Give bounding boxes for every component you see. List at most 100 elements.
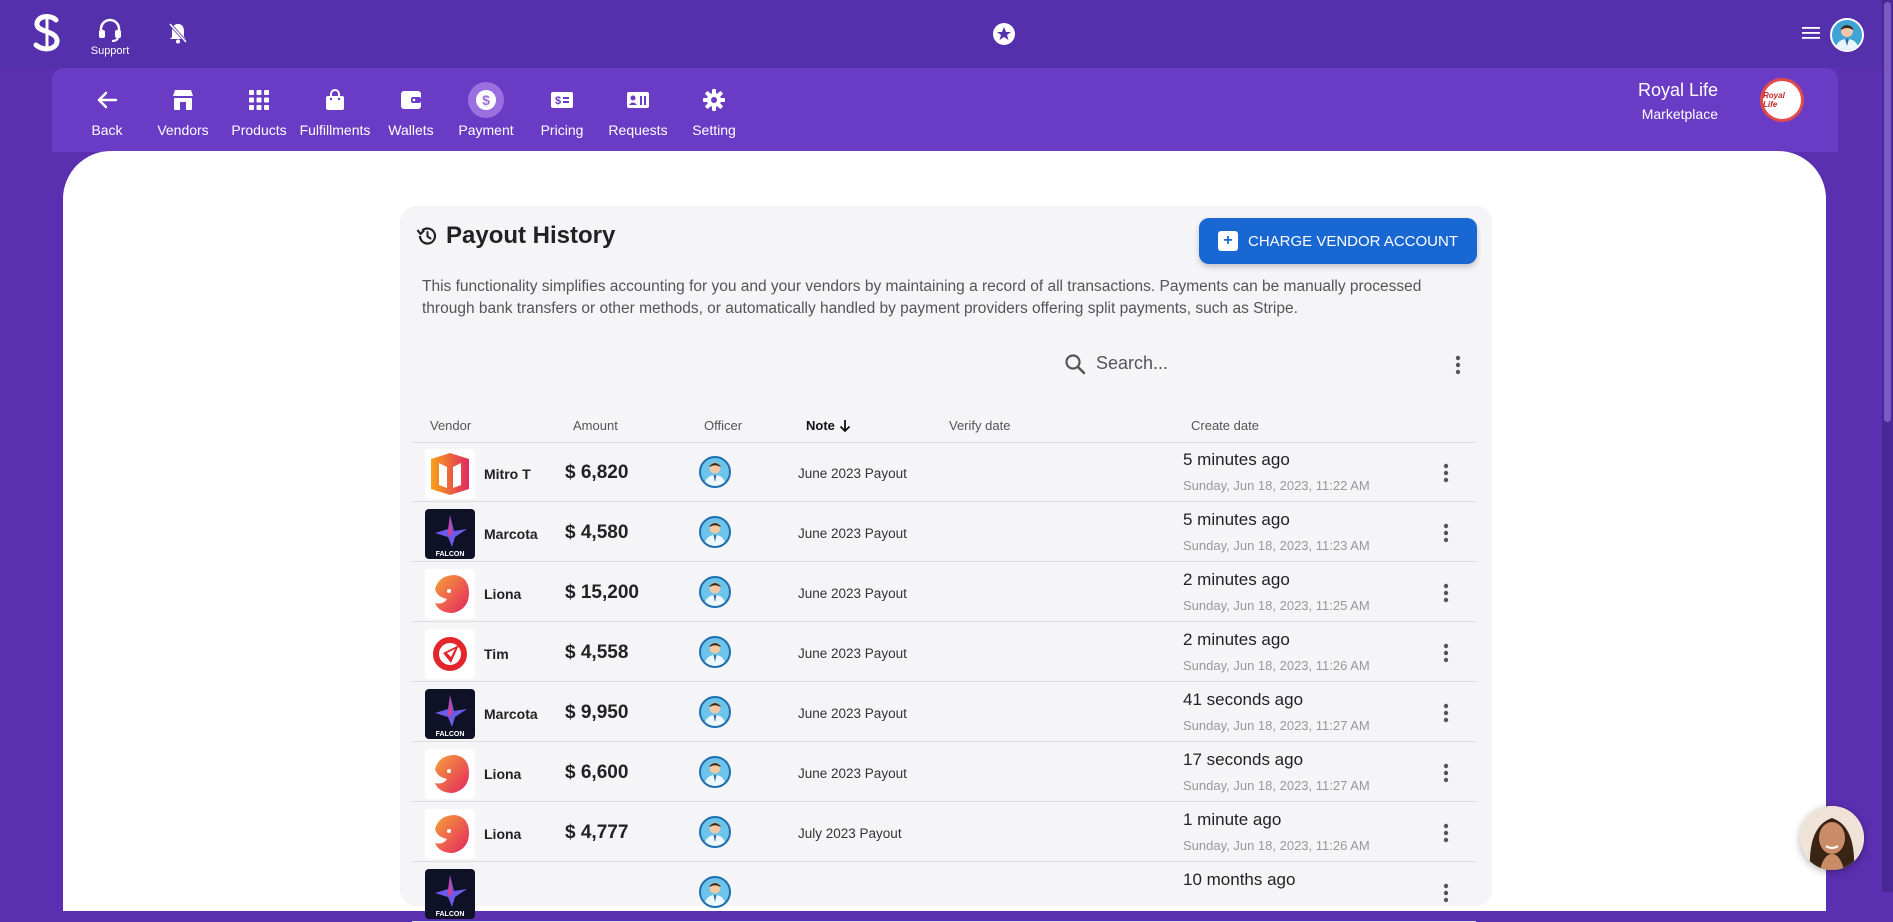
column-vendor[interactable]: Vendor (430, 418, 471, 433)
table-row[interactable]: Liona $ 4,777 July 2023 Payout 1 minute ago… (412, 802, 1476, 862)
row-more-options-icon[interactable] (1442, 882, 1450, 909)
create-date-absolute: Sunday, Jun 18, 2023, 11:27 AM (1183, 778, 1370, 793)
column-officer[interactable]: Officer (704, 418, 742, 433)
nav-setting[interactable]: Setting (678, 82, 750, 138)
search-input[interactable] (1094, 352, 1298, 375)
table-row[interactable]: Tim $ 4,558 June 2023 Payout 2 minutes ago S… (412, 622, 1476, 682)
row-more-options-icon[interactable] (1442, 822, 1450, 849)
create-date-relative: 10 months ago (1183, 870, 1296, 889)
column-create-date[interactable]: Create date (1191, 418, 1259, 433)
create-date-absolute: Sunday, Jun 18, 2023, 11:23 AM (1183, 538, 1370, 553)
scrollbar-thumb[interactable] (1884, 2, 1891, 422)
row-more-options-icon[interactable] (1442, 762, 1450, 789)
table-row[interactable]: Liona $ 6,600 June 2023 Payout 17 seconds a… (412, 742, 1476, 802)
nav-products[interactable]: Products (223, 82, 295, 138)
vendor-name[interactable]: Tim (484, 646, 509, 662)
officer-avatar[interactable] (699, 816, 731, 848)
payout-amount: $ 9,950 (565, 702, 629, 723)
star-badge-icon[interactable] (992, 22, 1016, 46)
column-verify-date[interactable]: Verify date (949, 418, 1010, 433)
nav-label: Payment (458, 122, 514, 138)
top-bar: Support (0, 0, 1893, 68)
column-note[interactable]: Note (806, 418, 851, 433)
payout-amount: $ 4,558 (565, 642, 629, 663)
row-more-options-icon[interactable] (1442, 462, 1450, 489)
vendor-name[interactable]: Liona (484, 766, 521, 782)
payout-amount: $ 6,600 (565, 762, 629, 783)
nav-requests[interactable]: Requests (602, 82, 674, 138)
payout-amount: $ 15,200 (565, 582, 639, 603)
svg-text:FALCON: FALCON (436, 731, 465, 738)
nav-back[interactable]: Back (71, 82, 143, 138)
column-amount[interactable]: Amount (573, 418, 618, 433)
headset-icon (99, 18, 121, 42)
row-more-options-icon[interactable] (1442, 522, 1450, 549)
officer-avatar[interactable] (699, 516, 731, 548)
charge-button-label: CHARGE VENDOR ACCOUNT (1247, 232, 1459, 250)
officer-avatar[interactable] (699, 876, 731, 908)
more-options-icon[interactable] (1454, 354, 1462, 376)
module-nav-bar: Back Vendors Products Fulfillments Walle… (52, 68, 1838, 152)
row-more-options-icon[interactable] (1442, 642, 1450, 669)
nav-vendors[interactable]: Vendors (147, 82, 219, 138)
row-more-options-icon[interactable] (1442, 582, 1450, 609)
nav-label: Vendors (157, 122, 209, 138)
vendor-logo: FALCON (425, 869, 475, 919)
vendor-logo (425, 749, 475, 799)
table-row[interactable]: Mitro T $ 6,820 June 2023 Payout 5 minutes … (412, 442, 1476, 502)
wallet-icon (401, 91, 421, 109)
page-title-text: Payout History (446, 222, 616, 249)
chat-support-avatar[interactable] (1800, 806, 1864, 870)
vendor-logo (425, 809, 475, 859)
svg-text:$: $ (482, 92, 490, 108)
nav-label: Wallets (388, 122, 434, 138)
nav-payment[interactable]: $ Payment (450, 82, 522, 138)
create-date-relative: 2 minutes ago (1183, 630, 1290, 649)
vendor-name[interactable]: Liona (484, 586, 521, 602)
table-row[interactable]: FALCON 10 months ago (412, 862, 1476, 922)
support-button[interactable]: Support (88, 18, 132, 57)
table-row[interactable]: FALCON Marcota $ 4,580 June 2023 Payout 5 mi… (412, 502, 1476, 562)
search-box[interactable] (1064, 352, 1298, 375)
vendor-name[interactable]: Mitro T (484, 466, 531, 482)
vendor-logo (425, 569, 475, 619)
shop-logo-text: Royal Life (1763, 91, 1785, 109)
officer-avatar[interactable] (699, 696, 731, 728)
officer-avatar[interactable] (699, 576, 731, 608)
vendor-name[interactable]: Liona (484, 826, 521, 842)
create-date-relative: 41 seconds ago (1183, 690, 1304, 709)
payout-amount: $ 6,820 (565, 462, 629, 483)
vendor-logo: FALCON (425, 689, 475, 739)
officer-avatar[interactable] (699, 456, 731, 488)
search-icon (1065, 353, 1086, 374)
charge-vendor-account-button[interactable]: + CHARGE VENDOR ACCOUNT (1199, 218, 1477, 264)
nav-pricing[interactable]: $ Pricing (526, 82, 598, 138)
shop-name: Royal Life (1637, 80, 1718, 100)
payout-amount: $ 4,777 (565, 822, 629, 843)
user-avatar[interactable] (1830, 18, 1864, 52)
officer-avatar[interactable] (699, 756, 731, 788)
nav-fulfillments[interactable]: Fulfillments (299, 82, 371, 138)
vendor-name[interactable]: Marcota (484, 706, 538, 722)
svg-text:$: $ (555, 95, 561, 107)
officer-avatar[interactable] (699, 636, 731, 668)
create-date-relative: 5 minutes ago (1183, 510, 1290, 529)
row-more-options-icon[interactable] (1442, 702, 1450, 729)
nav-wallets[interactable]: Wallets (375, 82, 447, 138)
bag-icon (326, 89, 344, 110)
grid-icon (249, 90, 269, 110)
gear-icon (703, 89, 725, 111)
create-date-absolute: Sunday, Jun 18, 2023, 11:25 AM (1183, 598, 1370, 613)
bell-off-icon[interactable] (168, 22, 188, 44)
create-date-relative: 2 minutes ago (1183, 570, 1290, 589)
table-row[interactable]: FALCON Marcota $ 9,950 June 2023 Payout 41 s… (412, 682, 1476, 742)
shop-logo[interactable]: Royal Life (1760, 78, 1804, 122)
menu-icon[interactable] (1802, 26, 1820, 40)
create-date-absolute: Sunday, Jun 18, 2023, 11:22 AM (1183, 478, 1370, 493)
page-scrollbar[interactable] (1882, 0, 1893, 892)
nav-label: Setting (692, 122, 736, 138)
table-row[interactable]: Liona $ 15,200 June 2023 Payout 2 minutes a… (412, 562, 1476, 622)
app-logo-icon[interactable] (30, 14, 64, 52)
vendor-name[interactable]: Marcota (484, 526, 538, 542)
nav-label: Requests (608, 122, 668, 138)
